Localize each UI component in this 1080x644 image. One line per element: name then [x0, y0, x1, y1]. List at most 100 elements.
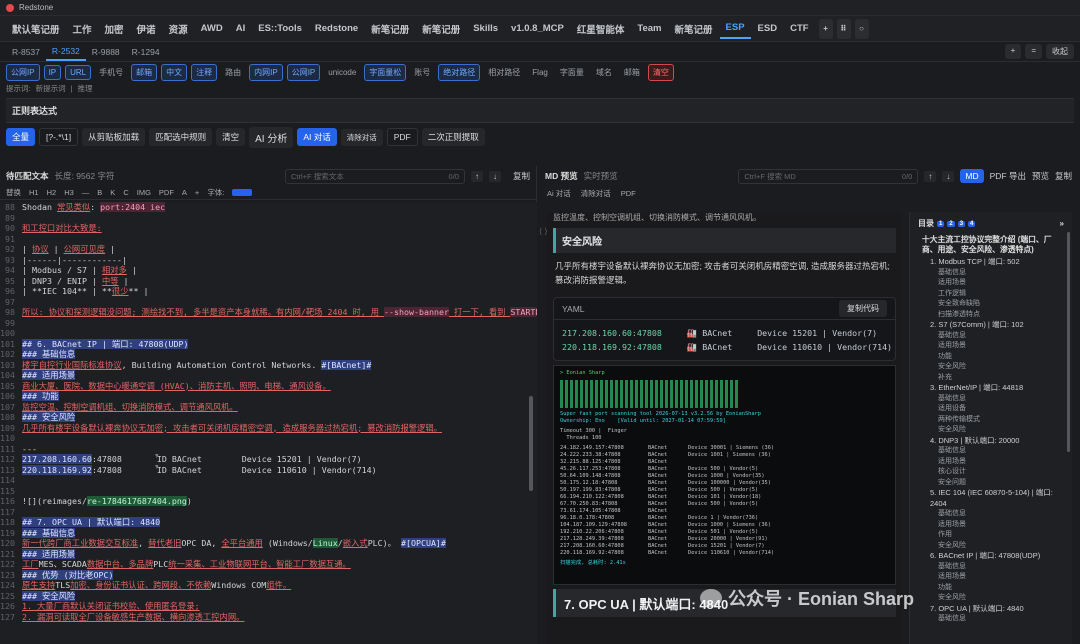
- rule-chip[interactable]: 字面量: [556, 65, 588, 80]
- rule-chip[interactable]: URL: [65, 64, 92, 80]
- format-button[interactable]: IMG: [137, 188, 151, 197]
- toc-item[interactable]: 安全问题: [938, 478, 1064, 489]
- search-tab-button[interactable]: ○: [854, 18, 869, 39]
- toc-item[interactable]: 适用场景: [938, 341, 1064, 352]
- toc-item[interactable]: 适用场景: [938, 520, 1064, 531]
- notebook-tab[interactable]: 默认笔记册: [6, 19, 66, 39]
- toc-item[interactable]: 1. Modbus TCP | 端口: 502: [930, 257, 1064, 268]
- toc-item[interactable]: 核心设计: [938, 467, 1064, 478]
- search-down-button[interactable]: ↓: [488, 170, 501, 182]
- toc-item[interactable]: 4. DNP3 | 默认端口: 20000: [930, 436, 1064, 447]
- format-button[interactable]: +: [195, 188, 199, 197]
- toc-item[interactable]: 功能: [938, 352, 1064, 363]
- toc-item[interactable]: 基础信息: [938, 394, 1064, 405]
- toc-item[interactable]: 两种传输模式: [938, 415, 1064, 426]
- rule-chip[interactable]: 手机号: [95, 65, 127, 80]
- toc-item[interactable]: 7. OPC UA | 默认端口: 4840: [930, 604, 1064, 615]
- format-button[interactable]: K: [110, 188, 115, 197]
- ai-tab[interactable]: Ai 对话: [547, 188, 571, 199]
- rule-chip[interactable]: 邮箱: [131, 63, 158, 81]
- format-button[interactable]: H1: [29, 188, 39, 197]
- toc-item[interactable]: 功能: [938, 583, 1064, 594]
- toolbar-button[interactable]: 全量: [6, 128, 36, 146]
- toc-item[interactable]: 安全致命缺陷: [938, 299, 1064, 310]
- toolbar-button[interactable]: 清空: [216, 128, 246, 146]
- rule-chip[interactable]: Flag: [528, 66, 552, 79]
- md-search-input[interactable]: Ctrl+F 搜索 MD 0/0: [738, 168, 919, 184]
- notebook-tab[interactable]: 伊诺: [131, 19, 162, 39]
- sub-tab[interactable]: R-8537: [6, 44, 46, 60]
- toc-item[interactable]: 5. IEC 104 (IEC 60870-5-104) | 端口: 2404: [930, 488, 1064, 509]
- notebook-tab[interactable]: 资源: [163, 19, 194, 39]
- search-up-button[interactable]: ↑: [470, 170, 483, 182]
- notebook-tab[interactable]: AI: [230, 19, 252, 39]
- rule-chip[interactable]: 注释: [191, 63, 218, 81]
- rule-chip[interactable]: 相对路径: [484, 65, 524, 80]
- toc-item[interactable]: 基础信息: [938, 268, 1064, 279]
- toc-item[interactable]: 3. EtherNet/IP | 端口: 44818: [930, 383, 1064, 394]
- toc-item[interactable]: 适用场景: [938, 572, 1064, 583]
- toc-item[interactable]: 基础信息: [938, 446, 1064, 457]
- rule-chip[interactable]: 绝对路径: [438, 63, 481, 81]
- toc-level-button[interactable]: 4: [968, 220, 976, 227]
- grid-menu-button[interactable]: ⠿: [836, 18, 851, 39]
- rule-chip[interactable]: unicode: [324, 66, 360, 79]
- toc-item[interactable]: 安全风险: [938, 593, 1064, 604]
- toc-level-button[interactable]: 3: [957, 220, 966, 227]
- toolbar-button[interactable]: 从剪贴板加载: [82, 128, 146, 146]
- preview-button[interactable]: 预览: [1032, 170, 1049, 182]
- notebook-tab[interactable]: 红星智能体: [571, 19, 631, 39]
- toc-item[interactable]: 基础信息: [938, 509, 1064, 520]
- rule-chip[interactable]: 内网IP: [249, 63, 283, 81]
- toc-item[interactable]: 适用设备: [938, 404, 1064, 415]
- toc-item[interactable]: 安全风险: [938, 541, 1064, 552]
- toc-item[interactable]: 工作逻辑: [938, 289, 1064, 300]
- toc-item[interactable]: 基础信息: [938, 614, 1064, 625]
- toc-scrollbar[interactable]: [1067, 232, 1070, 452]
- toc-item[interactable]: 扫描渗透特点: [938, 310, 1064, 321]
- menu-button[interactable]: =: [1025, 44, 1042, 59]
- toc-item[interactable]: 安全风险: [938, 425, 1064, 436]
- toolbar-button[interactable]: 清除对话: [340, 128, 383, 146]
- md-search-down-button[interactable]: ↓: [942, 170, 955, 182]
- md-mode-button[interactable]: MD: [960, 169, 984, 183]
- notebook-tab[interactable]: v1.0.8_MCP: [505, 19, 570, 39]
- toc-item[interactable]: 2. S7 (S7Comm) | 端口: 102: [930, 320, 1064, 331]
- add-tab-button[interactable]: +: [818, 18, 833, 39]
- toc-item[interactable]: 适用场景: [938, 278, 1064, 289]
- toc-level-button[interactable]: 2: [947, 220, 955, 227]
- notebook-tab[interactable]: 新笔记册: [669, 19, 719, 39]
- toc-item[interactable]: 基础信息: [938, 331, 1064, 342]
- notebook-tab[interactable]: Skills: [467, 19, 504, 39]
- format-button[interactable]: —: [82, 188, 90, 197]
- rule-chip[interactable]: 邮箱: [620, 65, 644, 80]
- source-copy-button[interactable]: 复制: [513, 170, 530, 182]
- rule-chip[interactable]: 域名: [592, 65, 616, 80]
- toc-level-button[interactable]: 1: [937, 220, 945, 227]
- format-button[interactable]: C: [123, 188, 128, 197]
- ai-tab[interactable]: PDF: [621, 189, 636, 198]
- regex-input[interactable]: 正则表达式: [6, 98, 1074, 123]
- notebook-tab[interactable]: 工作: [67, 19, 98, 39]
- toc-item[interactable]: 补充: [938, 373, 1064, 384]
- toolbar-button[interactable]: PDF: [386, 128, 418, 146]
- toolbar-button[interactable]: 二次正则提取: [421, 128, 485, 146]
- notebook-tab[interactable]: CTF: [784, 19, 814, 39]
- sub-tab[interactable]: R-1294: [126, 44, 166, 60]
- format-button[interactable]: PDF: [159, 188, 174, 197]
- add-subtab-button[interactable]: +: [1004, 44, 1022, 59]
- ai-tab[interactable]: 清除对话: [581, 188, 611, 199]
- font-size-toggle[interactable]: [232, 189, 253, 196]
- rule-chip[interactable]: 账号: [410, 65, 434, 80]
- rule-chip[interactable]: 公网IP: [6, 63, 40, 81]
- source-search-input[interactable]: Ctrl+F 搜索文本 0/0: [284, 168, 465, 184]
- toc-item[interactable]: 6. BACnet IP | 端口: 47808(UDP): [930, 551, 1064, 562]
- preview-copy-button[interactable]: 复制: [1055, 170, 1072, 182]
- source-scrollbar[interactable]: [529, 396, 533, 491]
- rule-chip[interactable]: 公网IP: [286, 63, 321, 81]
- format-button[interactable]: H3: [64, 188, 74, 197]
- toolbar-button[interactable]: AI 对话: [297, 128, 337, 146]
- format-button[interactable]: B: [97, 188, 102, 197]
- toolbar-button[interactable]: [?-.*\1]: [39, 128, 79, 146]
- notebook-tab[interactable]: Team: [631, 19, 667, 39]
